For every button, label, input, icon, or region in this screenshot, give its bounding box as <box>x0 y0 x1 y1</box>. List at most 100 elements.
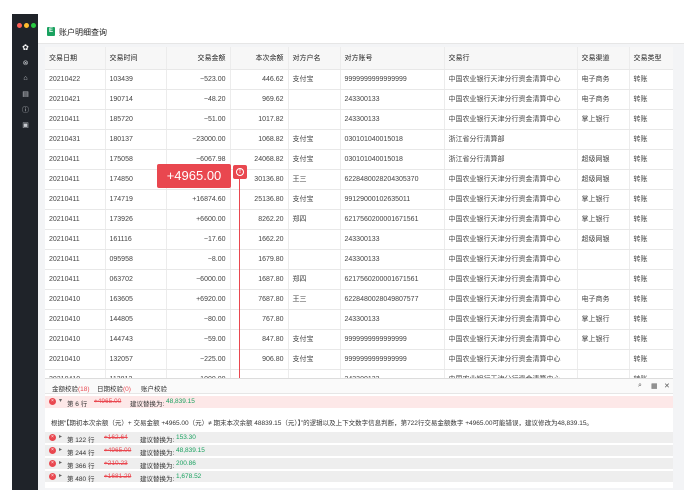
table-cell: 中国农业银行天津分行资金清算中心 <box>444 269 578 290</box>
error-icon: × <box>49 434 56 441</box>
table-row[interactable]: 20210410 163605 +6920.00 7687.80 王三 622848002… <box>45 289 673 310</box>
table-cell: 中国农业银行天津分行资金清算中心 <box>444 249 578 270</box>
gear-icon[interactable]: ✿ <box>22 44 29 52</box>
table-cell: 163605 <box>105 289 167 310</box>
table-cell: 转账 <box>629 89 673 110</box>
info-icon[interactable]: ⓘ <box>22 107 29 114</box>
table-cell: 20210411 <box>45 169 106 190</box>
table-cell: 支付宝 <box>288 149 341 170</box>
error-icon: × <box>49 460 56 467</box>
title-bar: E 账户明细查询 <box>38 14 684 44</box>
table-cell: 王三 <box>288 169 341 190</box>
issue-explanation: 根据“【期初本次余额（元）+ 交易金额 +4965.00（元）≠ 期末本次余额 … <box>51 420 593 427</box>
table-cell: 中国农业银行天津分行资金清算中心 <box>444 309 578 330</box>
suggested-value: 48,839.15 <box>166 398 195 405</box>
document-icon[interactable]: ▤ <box>22 91 29 98</box>
maximize-dot[interactable] <box>31 23 36 28</box>
table-row[interactable]: 20210421 190714 −48.20 969.62 243300133 中国农业银… <box>45 89 673 110</box>
table-row[interactable]: 20210411 063702 −6000.00 1687.80 郑四 621756020… <box>45 269 673 290</box>
table-row[interactable]: 20210411 175058 −6067.98 24068.82 支付宝 0301010… <box>45 149 673 170</box>
error-icon: × <box>49 447 56 454</box>
table-row[interactable]: 20210411 185720 −51.00 1017.82 243300133 中国农业… <box>45 109 673 130</box>
chevron-right-icon[interactable]: ▸ <box>59 472 62 479</box>
table-row[interactable]: 20210410 132057 −225.00 906.80 支付宝 9999999999… <box>45 349 673 370</box>
table-cell: 掌上银行 <box>577 209 630 230</box>
column-header[interactable]: 交易类型 <box>629 47 673 70</box>
table-row[interactable]: 20210411 174719 +16874.60 25136.80 支付宝 991290… <box>45 189 673 210</box>
suggest-label: 建议替换为: <box>140 463 175 470</box>
table-cell: −225.00 <box>166 349 231 370</box>
chevron-right-icon[interactable]: ▸ <box>59 446 62 453</box>
table-cell: 20210410 <box>45 289 106 310</box>
tab-amount-check[interactable]: 金额校验(18) <box>52 383 90 393</box>
table-cell <box>288 89 341 110</box>
table-cell: 中国农业银行天津分行资金清算中心 <box>444 189 578 210</box>
alert-icon[interactable]: ! <box>233 165 247 179</box>
issue-row[interactable]: × ▸ 第 480 行 +1681.29 建议替换为: 1,678.52 <box>45 470 673 483</box>
table-cell: 969.62 <box>230 89 289 110</box>
table-cell: +16874.60 <box>166 189 231 210</box>
tab-count: (0) <box>123 386 131 393</box>
column-header[interactable]: 交易金额 <box>166 47 231 70</box>
chevron-down-icon[interactable]: ▾ <box>59 397 62 404</box>
table-cell: 99129000102635011 <box>340 189 445 210</box>
table-cell: 9999999999999999 <box>340 69 445 90</box>
table-row[interactable]: 20210411 174850 30136.80 王三 6228480028204305… <box>45 169 673 190</box>
table-cell: 20210410 <box>45 369 106 378</box>
table-cell: 20210431 <box>45 129 106 150</box>
chevron-right-icon[interactable]: ▸ <box>59 433 62 440</box>
table-row[interactable]: 20210411 173926 +6600.00 8262.20 郑四 621756020… <box>45 209 673 230</box>
table-cell: 243300133 <box>340 369 445 378</box>
column-header[interactable]: 交易日期 <box>45 47 106 70</box>
table-cell: 支付宝 <box>288 329 341 350</box>
close-dot[interactable] <box>17 23 22 28</box>
issue-row[interactable]: × ▸ 第 122 行 +162.64 建议替换为: 153.30 <box>45 431 673 444</box>
column-header[interactable]: 对方账号 <box>340 47 445 70</box>
table-cell: 243300133 <box>340 229 445 250</box>
table-row[interactable]: 20210410113812−1000.00 243300133中国农业银行天津分… <box>45 369 673 378</box>
book-icon[interactable]: ▣ <box>22 122 29 129</box>
suggested-value: 153.30 <box>176 434 196 441</box>
table-row[interactable]: 20210431 180137 −23000.00 1068.82 支付宝 0301010… <box>45 129 673 150</box>
issue-row[interactable]: × ▸ 第 244 行 +4965.00 建议替换为: 48,839.15 <box>45 444 673 457</box>
table-cell: 转账 <box>629 109 673 130</box>
validation-panel: 金额校验(18) 日期校验(0) 账户校验 ⌕ ▦ ✕ × ▾ 第 6 行 +4… <box>45 378 673 488</box>
table-cell: 转账 <box>629 369 673 378</box>
issue-row[interactable]: × ▸ 第 366 行 +210.23 建议替换为: 200.86 <box>45 457 673 470</box>
table-cell: 20210411 <box>45 109 106 130</box>
nodes-icon[interactable]: ⊗ <box>22 60 29 67</box>
table-row[interactable]: 20210411 095958 −8.00 1679.80 243300133 中国农业银… <box>45 249 673 270</box>
issue-row-label: 第 122 行 <box>67 437 95 444</box>
tab-label: 账户校验 <box>141 386 167 393</box>
issue-row-label: 第 6 行 <box>67 401 88 408</box>
table-cell: 190714 <box>105 89 167 110</box>
table-cell: 转账 <box>629 169 673 190</box>
column-header[interactable]: 交易渠道 <box>577 47 630 70</box>
tab-account-check[interactable]: 账户校验 <box>141 383 167 393</box>
tab-date-check[interactable]: 日期校验(0) <box>97 383 131 393</box>
column-header[interactable]: 本次余额 <box>230 47 289 70</box>
table-cell: −48.20 <box>166 89 231 110</box>
column-header[interactable]: 交易行 <box>444 47 578 70</box>
column-header[interactable]: 交易时间 <box>105 47 167 70</box>
minimize-dot[interactable] <box>24 23 29 28</box>
table-row[interactable]: 20210410 144805 −80.00 767.80 243300133 中国农业银… <box>45 309 673 330</box>
export-icon[interactable]: ▦ <box>651 382 658 390</box>
transaction-table: 交易日期 交易时间 交易金额 本次余额 对方户名 对方账号 交易行 交易渠道 交易类型 2021… <box>45 47 673 378</box>
table-cell: 转账 <box>629 269 673 290</box>
box-icon[interactable]: ⌂ <box>22 75 29 82</box>
table-row[interactable]: 20210411 161116 −17.60 1662.20 243300133 中国农业… <box>45 229 673 250</box>
issue-row-main[interactable]: × ▾ 第 6 行 +4965.00 建议替换为: 48,839.15 <box>45 396 673 408</box>
issue-row-label: 第 244 行 <box>67 450 95 457</box>
suggested-value: 200.86 <box>176 460 196 467</box>
search-icon[interactable]: ⌕ <box>638 382 642 390</box>
table-cell: 161116 <box>105 229 167 250</box>
column-header[interactable]: 对方户名 <box>288 47 341 70</box>
table-cell: 030101040015018 <box>340 149 445 170</box>
table-row[interactable]: 20210422 103439 −523.00 446.62 支付宝 9999999999… <box>45 69 673 90</box>
close-icon[interactable]: ✕ <box>664 382 670 390</box>
chevron-right-icon[interactable]: ▸ <box>59 459 62 466</box>
table-cell: 174719 <box>105 189 167 210</box>
table-row[interactable]: 20210410 144743 −59.00 847.80 支付宝 99999999999… <box>45 329 673 350</box>
table-cell: 支付宝 <box>288 189 341 210</box>
